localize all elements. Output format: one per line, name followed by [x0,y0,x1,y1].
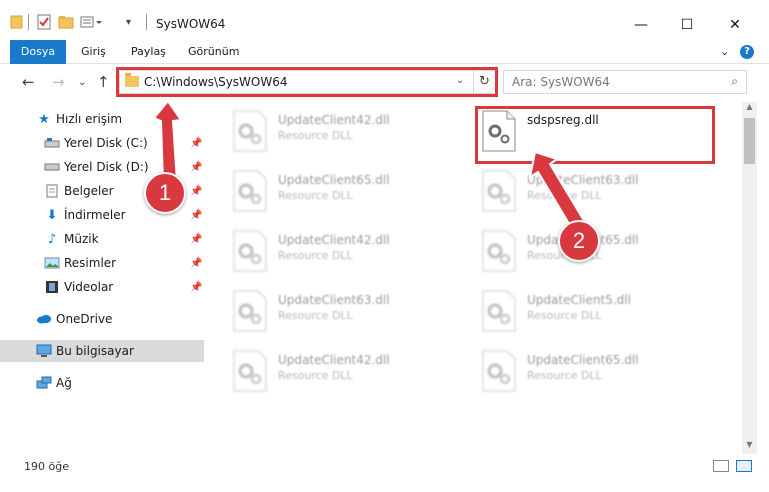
callout-badge-1: 1 [144,172,186,214]
callout-arrows [152,99,588,234]
callout-badge-2: 2 [558,220,600,262]
callout-arrow-1 [152,99,183,183]
